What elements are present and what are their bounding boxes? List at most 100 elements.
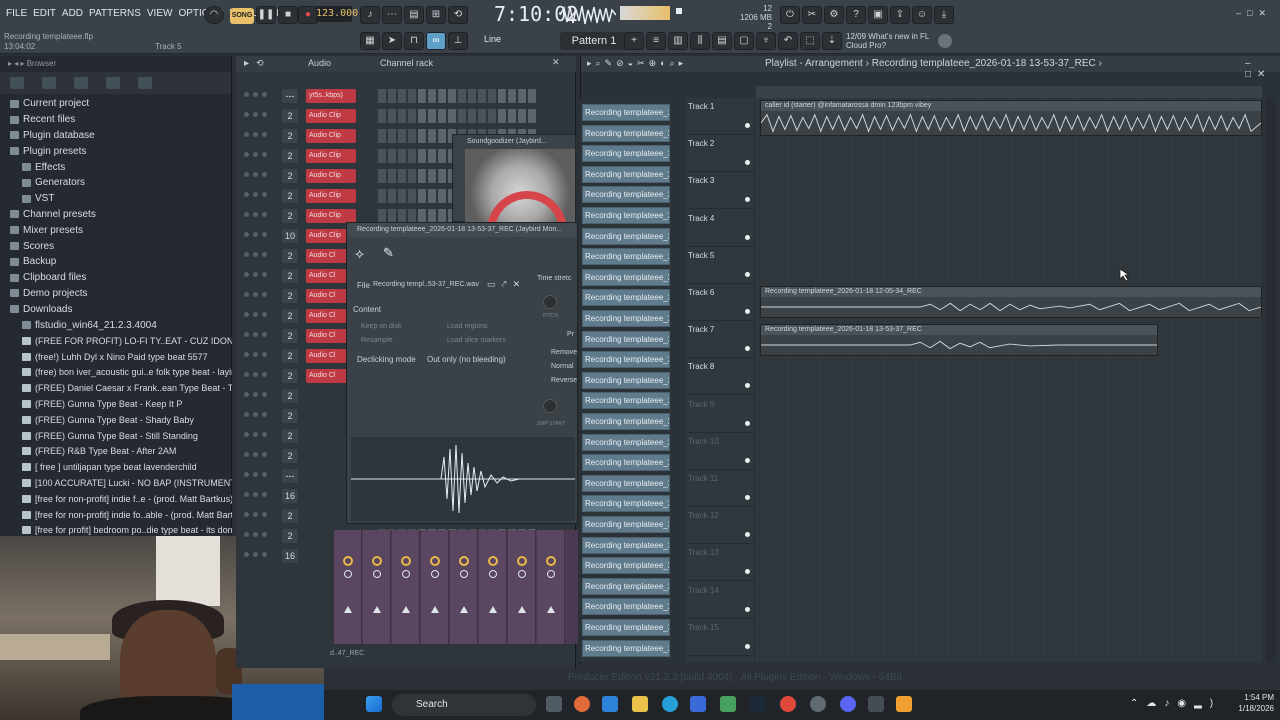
render-icon[interactable]: ⇪: [890, 6, 910, 24]
led-icon[interactable]: [244, 312, 249, 317]
step-button[interactable]: [378, 129, 386, 143]
microphone-icon[interactable]: ♆: [756, 32, 776, 50]
track-enable-icon[interactable]: [745, 160, 750, 166]
tempo-tap-icon[interactable]: ⬚: [800, 32, 820, 50]
mixer-track-number[interactable]: 2: [282, 529, 298, 543]
step-button[interactable]: [378, 109, 386, 123]
browser-folder[interactable]: Plugin database: [0, 128, 232, 144]
step-button[interactable]: [448, 89, 456, 103]
browser-folder[interactable]: Recent files: [0, 112, 232, 128]
wait-icon[interactable]: ⋯: [382, 6, 402, 24]
track-enable-icon[interactable]: [745, 123, 750, 128]
browser-tab-plugins-icon[interactable]: [74, 77, 88, 89]
track-enable-icon[interactable]: [745, 495, 750, 500]
led-icon[interactable]: [253, 412, 258, 417]
pattern-item[interactable]: Recording templateee_2: [582, 598, 670, 616]
stamp-icon[interactable]: ⊥: [448, 32, 468, 50]
channel-leds[interactable]: [244, 232, 278, 240]
step-sequencer[interactable]: [378, 109, 546, 123]
browser-file[interactable]: [ free ] untiljapan type beat lavenderch…: [0, 459, 232, 475]
save-icon[interactable]: ▣: [868, 6, 888, 24]
led-icon[interactable]: [253, 512, 258, 517]
mixer-toggle-icon[interactable]: ⚙: [824, 6, 844, 24]
mixer-channel[interactable]: [508, 530, 536, 644]
pattern-item[interactable]: Recording templateee_2: [582, 392, 670, 410]
step-button[interactable]: [388, 129, 396, 143]
track-header[interactable]: Track 4: [686, 210, 754, 247]
file-action-icons[interactable]: ▭⤤✕: [487, 279, 526, 290]
menu-arrow-icon[interactable]: ▸: [244, 58, 249, 69]
track-header[interactable]: Track 6: [686, 284, 754, 321]
step-button[interactable]: [428, 89, 436, 103]
pattern-item[interactable]: Recording templateee_2: [582, 577, 670, 595]
discord-icon[interactable]: [840, 696, 856, 712]
step-button[interactable]: [528, 109, 536, 123]
menu-item[interactable]: PATTERNS: [89, 8, 141, 19]
led-icon[interactable]: [262, 352, 267, 357]
mixer-channel[interactable]: [450, 530, 478, 644]
led-icon[interactable]: [244, 492, 249, 497]
channel-leds[interactable]: [244, 532, 278, 540]
step-button[interactable]: [428, 149, 436, 163]
channel-leds[interactable]: [244, 112, 278, 120]
track-header[interactable]: Track 15: [686, 619, 754, 656]
led-icon[interactable]: [244, 292, 249, 297]
step-button[interactable]: [438, 109, 446, 123]
led-icon[interactable]: [244, 272, 249, 277]
track-enable-icon[interactable]: [745, 346, 750, 352]
pattern-item[interactable]: Recording templateee_2: [582, 536, 670, 554]
led-icon[interactable]: [244, 552, 249, 557]
led-icon[interactable]: [244, 112, 249, 117]
step-edit-icon[interactable]: ⊞: [426, 6, 446, 24]
mixer-track-number[interactable]: 2: [282, 129, 298, 143]
step-button[interactable]: [428, 109, 436, 123]
step-button[interactable]: [418, 209, 426, 223]
mixer-track-number[interactable]: ---: [282, 89, 298, 103]
browser-folder[interactable]: Mixer presets: [0, 222, 232, 238]
mixer-track-number[interactable]: 2: [282, 249, 298, 263]
led-icon[interactable]: [244, 172, 249, 177]
mixer-channel[interactable]: [421, 530, 449, 644]
song-mode-button[interactable]: SONG: [230, 8, 254, 24]
led-icon[interactable]: [262, 172, 267, 177]
led-icon[interactable]: [262, 492, 267, 497]
channel-filter[interactable]: Audio: [308, 58, 331, 68]
led-icon[interactable]: [253, 232, 258, 237]
mixer-track-number[interactable]: 2: [282, 189, 298, 203]
pitch-knob[interactable]: [543, 295, 557, 309]
browser-tab-all-icon[interactable]: [10, 77, 24, 89]
settings-gear-icon[interactable]: [938, 34, 952, 48]
system-tray-icons[interactable]: ⌃☁♪◉▂): [1130, 698, 1221, 709]
keep-on-disk-checkbox[interactable]: Keep on disk: [361, 323, 401, 330]
pattern-item[interactable]: Recording templateee_2: [582, 639, 670, 657]
browser-file[interactable]: [free for non-profit] indie f..e - (prod…: [0, 491, 232, 507]
pattern-item[interactable]: Recording templateee_2: [582, 433, 670, 451]
step-button[interactable]: [418, 109, 426, 123]
led-icon[interactable]: [244, 332, 249, 337]
pattern-item[interactable]: Recording templateee_2: [582, 268, 670, 286]
track-header[interactable]: Track 11: [686, 470, 754, 507]
channel-leds[interactable]: [244, 332, 278, 340]
led-icon[interactable]: [262, 552, 267, 557]
led-icon[interactable]: [262, 92, 267, 97]
mixer-track-number[interactable]: 2: [282, 149, 298, 163]
pattern-item[interactable]: Recording templateee_2: [582, 454, 670, 472]
led-icon[interactable]: [253, 352, 258, 357]
step-button[interactable]: [388, 89, 396, 103]
step-button[interactable]: [528, 89, 536, 103]
piano-roll-icon[interactable]: ▥: [668, 32, 688, 50]
step-button[interactable]: [428, 209, 436, 223]
audio-clip[interactable]: Recording templateee_2026-01-18 12-05-34…: [760, 286, 1262, 318]
channel-rack-icon[interactable]: ≡: [646, 32, 666, 50]
browser-file[interactable]: (FREE) Gunna Type Beat - Still Standing: [0, 428, 232, 444]
mixer-track-number[interactable]: ---: [282, 469, 298, 483]
steam-icon[interactable]: [750, 696, 766, 712]
led-icon[interactable]: [262, 192, 267, 197]
fl-studio-icon[interactable]: [896, 696, 912, 712]
channel-leds[interactable]: [244, 252, 278, 260]
led-icon[interactable]: [262, 132, 267, 137]
led-icon[interactable]: [262, 472, 267, 477]
pattern-item[interactable]: Recording templateee_2: [582, 413, 670, 430]
channel-name-button[interactable]: Audio Clip: [306, 189, 356, 203]
browser-tab-starred-icon[interactable]: [106, 77, 120, 89]
